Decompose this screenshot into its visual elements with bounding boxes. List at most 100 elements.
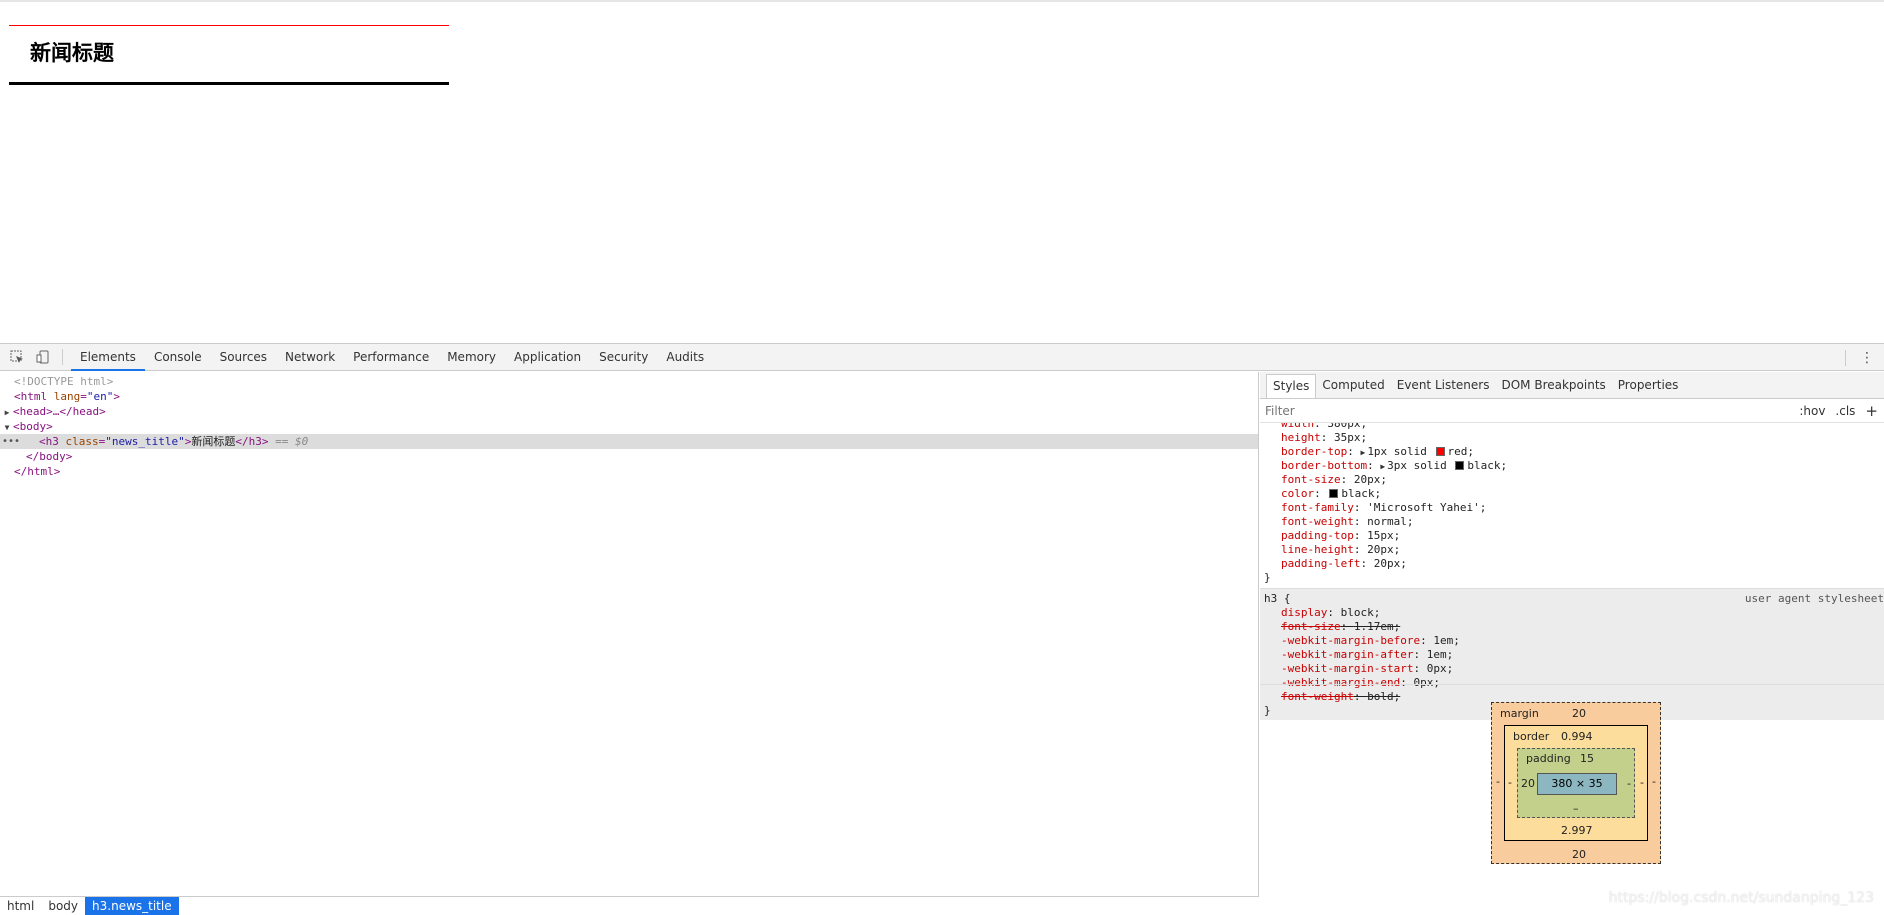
padding-bottom-value[interactable]: – xyxy=(1573,802,1579,815)
dom-node-html-close[interactable]: </html> xyxy=(0,464,1258,479)
margin-top-value[interactable]: 20 xyxy=(1572,707,1586,720)
border-left-value[interactable]: - xyxy=(1508,776,1512,789)
css-property-name[interactable]: color xyxy=(1281,487,1314,500)
css-color-name[interactable]: black; xyxy=(1341,487,1381,500)
css-property-value[interactable]: 380px; xyxy=(1327,423,1367,430)
css-property-value[interactable]: normal; xyxy=(1367,515,1413,528)
css-property[interactable]: line-height: 20px; xyxy=(1260,543,1884,557)
new-rule-icon[interactable]: + xyxy=(1865,402,1878,420)
css-property-name[interactable]: font-size xyxy=(1281,620,1341,633)
css-property-value[interactable]: 20px; xyxy=(1374,557,1407,570)
cls-toggle[interactable]: .cls xyxy=(1835,404,1855,418)
hov-toggle[interactable]: :hov xyxy=(1799,404,1825,418)
css-property-name[interactable]: padding-top xyxy=(1281,529,1354,542)
tab-console[interactable]: Console xyxy=(145,344,211,371)
css-property-value[interactable]: block; xyxy=(1341,606,1381,619)
collapse-triangle-icon[interactable]: ▼ xyxy=(1,420,13,435)
border-right-value[interactable]: - xyxy=(1640,776,1644,789)
tab-elements[interactable]: Elements xyxy=(71,344,145,371)
tab-sources[interactable]: Sources xyxy=(211,344,276,371)
css-property-value[interactable]: 0px; xyxy=(1427,662,1454,675)
css-property-name[interactable]: -webkit-margin-after xyxy=(1281,648,1413,661)
color-swatch[interactable] xyxy=(1329,489,1339,498)
tab-performance[interactable]: Performance xyxy=(344,344,438,371)
tab-memory[interactable]: Memory xyxy=(438,344,505,371)
breadcrumb-h3[interactable]: h3.news_title xyxy=(85,897,179,915)
css-color-name[interactable]: red; xyxy=(1448,445,1475,458)
css-property-name[interactable]: font-weight xyxy=(1281,515,1354,528)
breadcrumb-html[interactable]: html xyxy=(0,897,41,915)
subtab-properties[interactable]: Properties xyxy=(1612,374,1685,398)
dom-node-h3[interactable]: ••• <h3 class="news_title">新闻标题</h3> == … xyxy=(0,434,1258,449)
dom-node-doctype[interactable]: <!DOCTYPE html> xyxy=(0,374,1258,389)
margin-left-value[interactable]: - xyxy=(1496,775,1500,788)
styles-filter-input[interactable] xyxy=(1260,403,1660,418)
css-property-value[interactable]: 1px solid xyxy=(1367,445,1433,458)
css-property-name[interactable]: border-top xyxy=(1281,445,1347,458)
css-property-name[interactable]: padding-left xyxy=(1281,557,1360,570)
css-property-name[interactable]: font-size xyxy=(1281,473,1341,486)
box-model-content[interactable]: 380 × 35 xyxy=(1537,773,1617,795)
css-property-value[interactable]: 'Microsoft Yahei'; xyxy=(1367,501,1486,514)
color-swatch[interactable] xyxy=(1435,447,1445,456)
subtab-styles[interactable]: Styles xyxy=(1266,374,1317,398)
css-property-value[interactable]: 15px; xyxy=(1367,529,1400,542)
dom-node-body-close[interactable]: </body> xyxy=(0,449,1258,464)
css-property-value[interactable]: 1em; xyxy=(1433,634,1460,647)
more-dots-icon[interactable]: ••• xyxy=(2,434,20,449)
css-property-value[interactable]: 20px; xyxy=(1367,543,1400,556)
margin-right-value[interactable]: - xyxy=(1652,775,1656,788)
css-property[interactable]: -webkit-margin-after: 1em; xyxy=(1260,648,1884,662)
subtab-event-listeners[interactable]: Event Listeners xyxy=(1391,374,1496,398)
padding-top-value[interactable]: 15 xyxy=(1580,752,1594,765)
dom-node-head[interactable]: ▶ <head>…</head> xyxy=(0,404,1258,419)
inspect-element-icon[interactable] xyxy=(8,348,26,366)
css-property[interactable]: -webkit-margin-before: 1em; xyxy=(1260,634,1884,648)
css-property[interactable]: font-size: 20px; xyxy=(1260,473,1884,487)
css-property-value[interactable]: 3px solid xyxy=(1387,459,1453,472)
css-property[interactable]: display: block; xyxy=(1260,606,1884,620)
expand-triangle-icon[interactable]: ▶ xyxy=(1,405,13,420)
expand-triangle-icon[interactable]: ▶ xyxy=(1360,448,1365,457)
css-property-value[interactable]: 1em; xyxy=(1427,648,1454,661)
css-property[interactable]: -webkit-margin-start: 0px; xyxy=(1260,662,1884,676)
css-property[interactable]: font-family: 'Microsoft Yahei'; xyxy=(1260,501,1884,515)
dom-node-html[interactable]: <html lang="en"> xyxy=(0,389,1258,404)
breadcrumb-body[interactable]: body xyxy=(41,897,85,915)
css-property[interactable]: border-top: ▶ 1px solid red; xyxy=(1260,445,1884,459)
subtab-computed[interactable]: Computed xyxy=(1316,374,1390,398)
tab-security[interactable]: Security xyxy=(590,344,657,371)
css-property[interactable]: border-bottom: ▶ 3px solid black; xyxy=(1260,459,1884,473)
css-property[interactable]: height: 35px; xyxy=(1260,431,1884,445)
dom-node-body[interactable]: ▼ <body> xyxy=(0,419,1258,434)
css-property-value[interactable]: 35px; xyxy=(1334,431,1367,444)
css-property-name[interactable]: font-family xyxy=(1281,501,1354,514)
tab-application[interactable]: Application xyxy=(505,344,590,371)
css-property[interactable]: width: 380px; xyxy=(1260,423,1884,431)
css-property[interactable]: font-weight: normal; xyxy=(1260,515,1884,529)
expand-triangle-icon[interactable]: ▶ xyxy=(1380,462,1385,471)
css-property-name[interactable]: -webkit-margin-before xyxy=(1281,634,1420,647)
css-property[interactable]: color: black; xyxy=(1260,487,1884,501)
css-property[interactable]: padding-top: 15px; xyxy=(1260,529,1884,543)
css-property[interactable]: font-size: 1.17em; xyxy=(1260,620,1884,634)
css-property-name[interactable]: display xyxy=(1281,606,1327,619)
tab-network[interactable]: Network xyxy=(276,344,344,371)
border-bottom-value[interactable]: 2.997 xyxy=(1561,824,1593,837)
margin-bottom-value[interactable]: 20 xyxy=(1572,848,1586,861)
css-property-name[interactable]: line-height xyxy=(1281,543,1354,556)
padding-right-value[interactable]: - xyxy=(1627,777,1631,790)
box-model-margin[interactable]: margin 20 - - 20 border 0.994 - - 2.997 … xyxy=(1491,702,1661,864)
css-property[interactable]: padding-left: 20px; xyxy=(1260,557,1884,571)
more-menu-icon[interactable]: ⋮ xyxy=(1860,350,1874,366)
css-property-name[interactable]: height xyxy=(1281,431,1321,444)
css-property-name[interactable]: border-bottom xyxy=(1281,459,1367,472)
css-property-value[interactable]: 1.17em; xyxy=(1354,620,1400,633)
css-property-name[interactable]: width xyxy=(1281,423,1314,430)
box-model-border[interactable]: border 0.994 - - 2.997 padding 15 20 - –… xyxy=(1504,725,1648,841)
box-model-padding[interactable]: padding 15 20 - – 380 × 35 xyxy=(1517,748,1635,818)
css-color-name[interactable]: black; xyxy=(1467,459,1507,472)
css-property-value[interactable]: 20px; xyxy=(1354,473,1387,486)
device-toolbar-icon[interactable] xyxy=(34,348,52,366)
padding-left-value[interactable]: 20 xyxy=(1521,777,1535,790)
